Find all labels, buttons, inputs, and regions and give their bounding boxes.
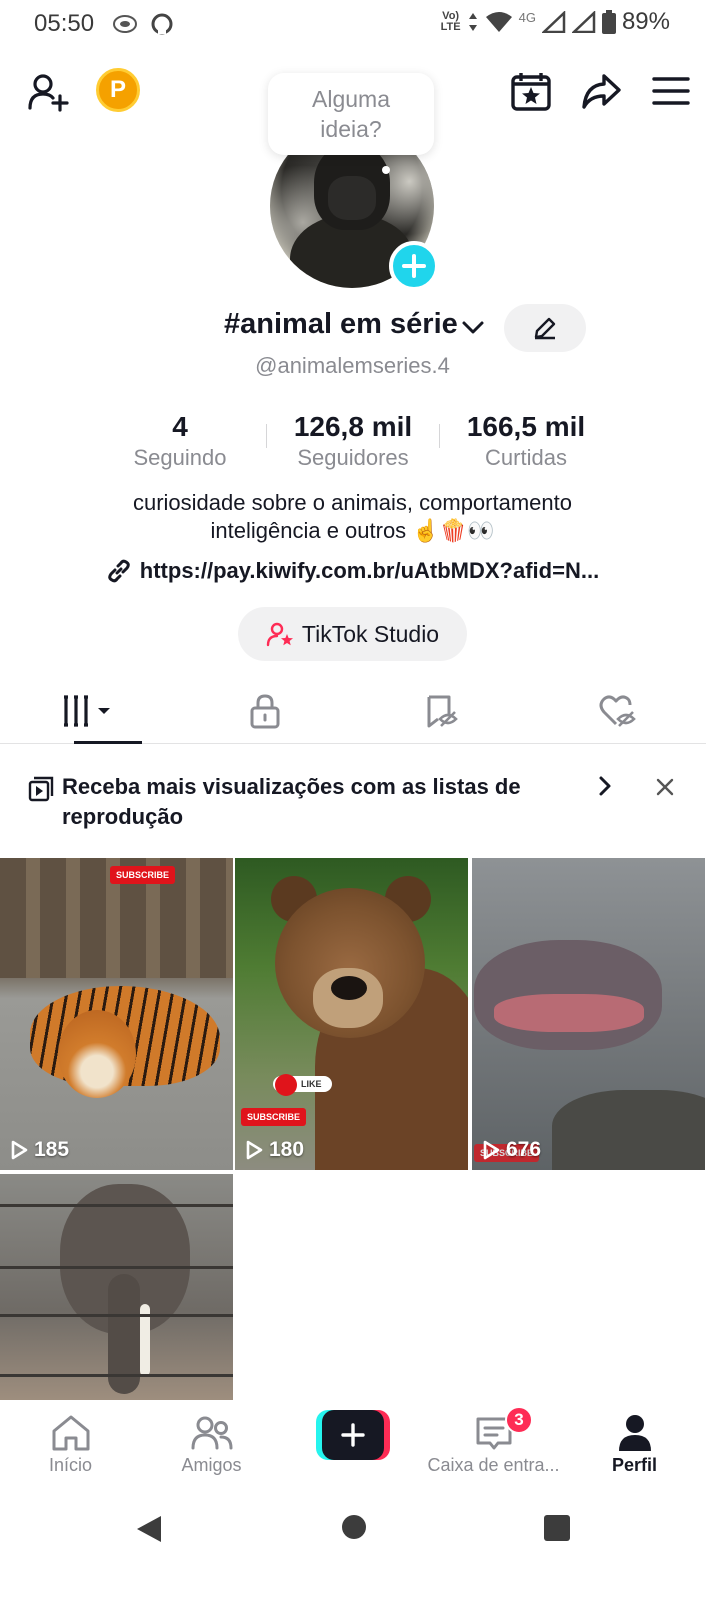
create-icon bbox=[341, 1423, 365, 1447]
heart-hidden-icon bbox=[599, 694, 636, 727]
coins-icon[interactable]: P bbox=[96, 68, 140, 112]
like-badge: LIKE bbox=[273, 1074, 332, 1096]
system-nav-bar bbox=[0, 1497, 720, 1600]
pencil-icon bbox=[534, 317, 556, 340]
profile-icon bbox=[618, 1415, 651, 1451]
play-icon bbox=[246, 1140, 263, 1160]
lock-icon bbox=[250, 693, 280, 728]
creator-star-icon bbox=[266, 622, 293, 647]
recents-icon[interactable] bbox=[544, 1515, 570, 1541]
add-friend-icon[interactable] bbox=[26, 70, 70, 114]
subscribe-badge: SUBSCRIBE bbox=[110, 866, 176, 884]
friends-icon bbox=[191, 1416, 232, 1450]
video-thumbnail[interactable]: SUBSCRIBE 676 bbox=[472, 858, 705, 1170]
wifi-icon bbox=[485, 12, 512, 32]
chevron-right-icon[interactable] bbox=[594, 774, 616, 798]
video-thumbnail[interactable]: SUBSCRIBE 185 bbox=[0, 858, 233, 1170]
status-bar: 05:50 Vo) LTE 4G 89% bbox=[0, 0, 720, 50]
back-icon[interactable] bbox=[134, 1514, 164, 1544]
profile-link[interactable]: https://pay.kiwify.com.br/uAtbMDX?afid=N… bbox=[0, 558, 705, 584]
videos-grid-icon bbox=[64, 694, 111, 727]
battery-percent: 89% bbox=[621, 8, 670, 35]
profile-name[interactable]: #animal em série bbox=[224, 308, 458, 341]
menu-icon[interactable] bbox=[650, 70, 692, 112]
nav-home[interactable]: Início bbox=[0, 1401, 141, 1497]
tab-videos[interactable] bbox=[0, 678, 177, 744]
home-circle-icon[interactable] bbox=[342, 1515, 366, 1539]
tab-saved[interactable] bbox=[353, 678, 530, 743]
close-icon[interactable] bbox=[654, 774, 676, 798]
link-icon bbox=[108, 559, 130, 583]
idea-bubble[interactable]: Alguma ideia? bbox=[268, 73, 434, 155]
plus-icon bbox=[402, 254, 426, 278]
nav-inbox[interactable]: 3 Caixa de entra... bbox=[423, 1401, 564, 1497]
username: @animalemseries.4 bbox=[255, 353, 450, 378]
video-thumbnail[interactable]: LIKE SUBSCRIBE 180 bbox=[235, 858, 468, 1170]
view-count: 180 bbox=[245, 1138, 304, 1162]
inbox-badge: 3 bbox=[505, 1406, 533, 1434]
bookmark-hidden-icon bbox=[427, 695, 459, 727]
add-story-button[interactable] bbox=[389, 241, 439, 291]
view-count: 185 bbox=[10, 1138, 69, 1162]
stat-followers[interactable]: 126,8 mil Seguidores bbox=[267, 410, 439, 474]
network-type: 4G bbox=[518, 9, 536, 25]
share-icon[interactable] bbox=[580, 70, 622, 112]
tiktok-studio-button[interactable]: TikTok Studio bbox=[238, 607, 467, 661]
signal-icon-2 bbox=[571, 11, 596, 33]
signal-icon bbox=[541, 11, 566, 33]
volte-icon: Vo) LTE bbox=[440, 10, 461, 33]
nav-friends[interactable]: Amigos bbox=[141, 1401, 282, 1497]
chevron-down-icon[interactable] bbox=[461, 316, 485, 340]
notification-app-icon bbox=[113, 15, 137, 33]
subscribe-badge: SUBSCRIBE bbox=[241, 1108, 307, 1126]
bio: curiosidade sobre o animais, comportamen… bbox=[132, 490, 572, 543]
battery-icon bbox=[601, 10, 616, 34]
calendar-star-icon[interactable] bbox=[510, 70, 552, 112]
stat-following[interactable]: 4 Seguindo bbox=[94, 410, 266, 474]
nav-profile[interactable]: Perfil bbox=[564, 1401, 705, 1497]
data-arrows-icon bbox=[468, 13, 477, 31]
play-icon bbox=[483, 1140, 500, 1160]
play-icon bbox=[11, 1140, 28, 1160]
profile-tabs bbox=[0, 678, 706, 744]
create-button[interactable] bbox=[316, 1410, 390, 1460]
stat-likes[interactable]: 166,5 mil Curtidas bbox=[440, 410, 612, 474]
video-thumbnail[interactable] bbox=[0, 1174, 233, 1400]
playlist-icon bbox=[28, 776, 54, 802]
status-time: 05:50 bbox=[34, 10, 95, 37]
playlist-banner[interactable]: Receba mais visualizações com as listas … bbox=[0, 766, 706, 846]
tab-liked[interactable] bbox=[530, 678, 707, 743]
tab-private[interactable] bbox=[177, 678, 354, 743]
profile-stats: 4 Seguindo 126,8 mil Seguidores 166,5 mi… bbox=[94, 410, 616, 474]
view-count: 676 bbox=[482, 1138, 541, 1162]
github-icon bbox=[151, 13, 173, 35]
edit-profile-button[interactable] bbox=[504, 304, 586, 352]
home-icon bbox=[52, 1415, 89, 1451]
